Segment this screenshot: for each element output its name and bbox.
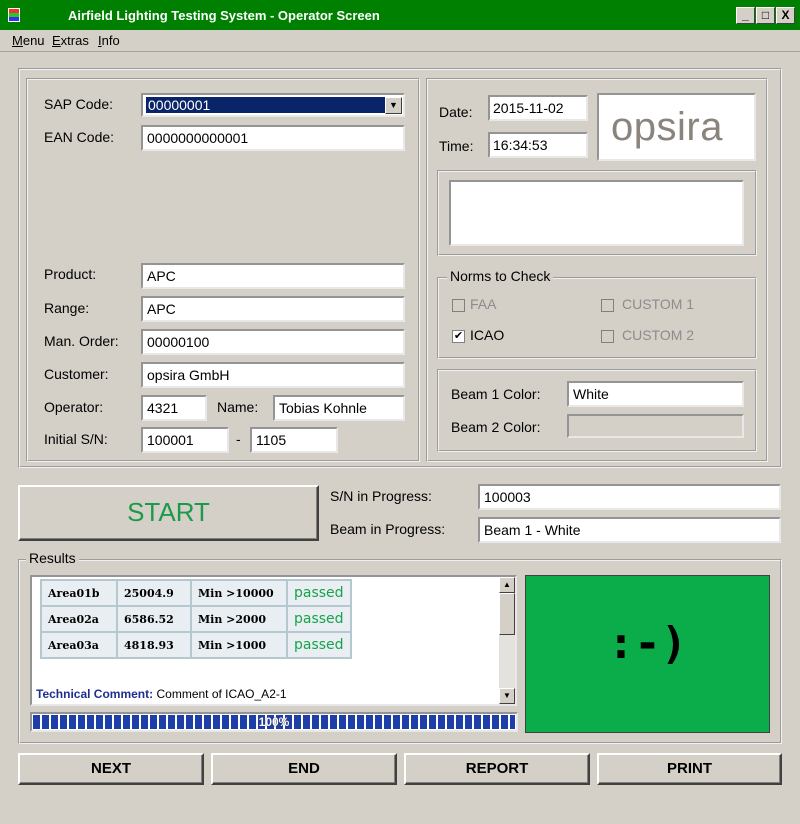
beam1-color-field[interactable]: White: [567, 381, 744, 407]
table-row: Area03a 4818.93 Min >1000 passed: [40, 631, 352, 659]
status-cell: passed: [286, 631, 352, 659]
close-button[interactable]: X: [776, 7, 795, 24]
beam-in-progress-field[interactable]: Beam 1 - White: [478, 517, 781, 543]
report-button[interactable]: REPORT: [404, 753, 590, 785]
name-label: Name:: [217, 399, 259, 415]
start-button[interactable]: START: [18, 485, 319, 541]
scroll-down-icon[interactable]: ▼: [499, 688, 515, 704]
faa-label: FAA: [470, 296, 497, 312]
end-button[interactable]: END: [211, 753, 397, 785]
time-field[interactable]: 16:34:53: [488, 132, 588, 158]
opsira-logo: opsira: [597, 93, 756, 161]
sn-in-progress-label: S/N in Progress:: [330, 488, 432, 504]
custom1-label: CUSTOM 1: [622, 296, 695, 312]
norms-title: Norms to Check: [447, 268, 554, 284]
maximize-button[interactable]: □: [756, 7, 775, 24]
initial-sn-to-field[interactable]: 1105: [250, 427, 338, 453]
menu-item-extras[interactable]: Extras: [52, 33, 89, 48]
value-cell: 25004.9: [116, 579, 192, 607]
custom2-checkbox[interactable]: [601, 330, 614, 343]
print-button[interactable]: PRINT: [597, 753, 782, 785]
icao-label: ICAO: [470, 327, 505, 343]
message-box[interactable]: [449, 180, 744, 246]
range-field[interactable]: APC: [141, 296, 405, 322]
status-cell: passed: [286, 579, 352, 607]
limit-cell: Min >10000: [190, 579, 288, 607]
range-label: Range:: [44, 300, 90, 316]
logo-text: opsira: [611, 105, 723, 149]
man-order-field[interactable]: 00000100: [141, 329, 405, 355]
time-label: Time:: [439, 138, 474, 154]
sap-code-label: SAP Code:: [44, 96, 114, 112]
smiley-face: :-): [607, 618, 688, 669]
date-label: Date:: [439, 104, 473, 120]
product-field[interactable]: APC: [141, 263, 405, 289]
results-table: Area01b 25004.9 Min >10000 passed Area02a 658…: [40, 579, 352, 659]
results-scrollbar[interactable]: ▲ ▼: [499, 577, 515, 704]
start-label: START: [127, 497, 210, 527]
ean-code-label: EAN Code:: [44, 129, 115, 145]
initial-sn-label: Initial S/N:: [44, 431, 108, 447]
results-title: Results: [26, 550, 79, 566]
custom1-checkbox[interactable]: [601, 299, 614, 312]
customer-label: Customer:: [44, 366, 109, 382]
test-progress-bar: 100%: [30, 712, 518, 732]
next-button[interactable]: NEXT: [18, 753, 204, 785]
operator-field[interactable]: 4321: [141, 395, 207, 421]
status-indicator: :-): [525, 575, 770, 733]
beam2-color-field[interactable]: [567, 414, 744, 438]
name-field[interactable]: Tobias Kohnle: [273, 395, 405, 421]
chevron-down-icon[interactable]: ▼: [385, 97, 402, 114]
menu-item-info[interactable]: Info: [98, 33, 120, 48]
menu-bar: Menu Extras Info: [0, 30, 800, 52]
value-cell: 6586.52: [116, 605, 192, 633]
operator-label: Operator:: [44, 399, 104, 415]
test-progress-text: 100%: [258, 715, 290, 729]
initial-sn-from-field[interactable]: 100001: [141, 427, 229, 453]
app-icon: [8, 8, 20, 22]
faa-checkbox[interactable]: [452, 299, 465, 312]
ean-code-field[interactable]: 0000000000001: [141, 125, 405, 151]
icao-checkbox[interactable]: ✔: [452, 330, 465, 343]
results-report[interactable]: Area01b 25004.9 Min >10000 passed Area02a 658…: [30, 575, 517, 706]
customer-field[interactable]: opsira GmbH: [141, 362, 405, 388]
technical-comment-label: Technical Comment:: [36, 687, 154, 701]
table-row: Area01b 25004.9 Min >10000 passed: [40, 579, 352, 607]
sap-code-select[interactable]: 00000001 ▼: [141, 93, 405, 117]
scroll-thumb[interactable]: [499, 593, 515, 635]
sap-code-value: 00000001: [146, 97, 386, 113]
area-cell: Area03a: [40, 631, 118, 659]
limit-cell: Min >2000: [190, 605, 288, 633]
norms-group: [437, 277, 757, 359]
beam1-color-label: Beam 1 Color:: [451, 386, 541, 402]
sn-in-progress-field[interactable]: 100003: [478, 484, 781, 510]
beam-in-progress-label: Beam in Progress:: [330, 521, 446, 537]
technical-comment: Technical Comment: Comment of ICAO_A2-1: [36, 687, 287, 701]
minimize-button[interactable]: _: [736, 7, 755, 24]
scroll-up-icon[interactable]: ▲: [499, 577, 515, 593]
table-row: Area02a 6586.52 Min >2000 passed: [40, 605, 352, 633]
menu-item-menu[interactable]: Menu: [12, 33, 45, 48]
window-title: Airfield Lighting Testing System - Opera…: [68, 8, 380, 23]
area-cell: Area02a: [40, 605, 118, 633]
title-bar[interactable]: Airfield Lighting Testing System - Opera…: [0, 0, 800, 30]
product-label: Product:: [44, 266, 97, 282]
limit-cell: Min >1000: [190, 631, 288, 659]
status-cell: passed: [286, 605, 352, 633]
area-cell: Area01b: [40, 579, 118, 607]
custom2-label: CUSTOM 2: [622, 327, 695, 343]
man-order-label: Man. Order:: [44, 333, 119, 349]
sn-separator: -: [236, 431, 241, 447]
beam2-color-label: Beam 2 Color:: [451, 419, 541, 435]
date-field[interactable]: 2015-11-02: [488, 95, 588, 121]
value-cell: 4818.93: [116, 631, 192, 659]
technical-comment-text: Comment of ICAO_A2-1: [156, 687, 287, 701]
